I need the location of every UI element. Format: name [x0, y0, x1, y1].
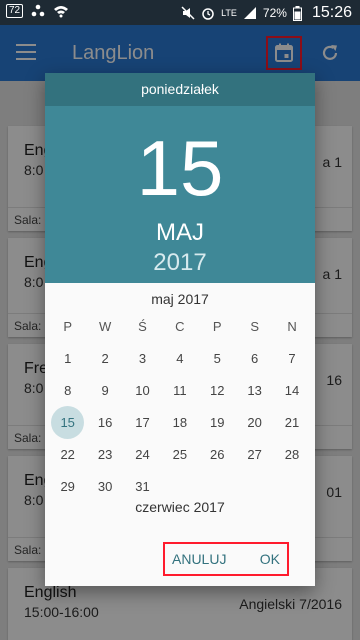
calendar-week: 22 23 24 25 26 27 28	[45, 439, 315, 471]
clock: 15:26	[311, 4, 352, 21]
calendar-day-label: 9	[101, 383, 109, 398]
calendar-day-label: 8	[64, 383, 72, 398]
calendar-day-label: 17	[135, 415, 150, 430]
calendar-day-label: 2	[101, 351, 109, 366]
calendar-day-label: 12	[210, 383, 225, 398]
calendar-day[interactable]: 7	[273, 343, 310, 375]
battery-percent: 72%	[262, 6, 287, 20]
calendar-day[interactable]: 9	[86, 375, 123, 407]
status-right: LTE 72% 15:26	[181, 4, 352, 22]
calendar-day[interactable]: 3	[124, 343, 161, 375]
weekday-header: Ś	[138, 319, 147, 334]
calendar-day-label: 24	[135, 447, 150, 462]
calendar-day[interactable]: 27	[236, 439, 273, 471]
calendar-week: 15 16 17 18 19 20 21	[45, 406, 315, 439]
calendar-day-label: 15	[60, 415, 75, 430]
calendar-day-label: 25	[172, 447, 188, 462]
calendar-day-label: 29	[60, 479, 75, 494]
calendar-day[interactable]: 24	[124, 439, 161, 471]
calendar-week: 8 9 10 11 12 13 14	[45, 375, 315, 407]
weekday-header: C	[175, 319, 185, 334]
calendar-day-label: 7	[288, 351, 296, 366]
calendar-day-label: 21	[284, 415, 300, 430]
calendar-day-label: 27	[247, 447, 262, 462]
date-picker-dialog: poniedziałek 15 MAJ 2017 maj 2017 PWŚCPS…	[45, 73, 315, 586]
weekday-header: P	[212, 319, 222, 334]
calendar-day-label: 16	[97, 415, 113, 430]
dialog-actions: ANULUJ OK	[163, 542, 289, 576]
weekday-header: S	[250, 319, 259, 334]
calendar-day[interactable]: 8	[49, 375, 86, 407]
share-icon	[31, 4, 45, 17]
calendar-day-label: 19	[210, 415, 225, 430]
calendar-day[interactable]: 1	[49, 343, 86, 375]
weekday-header: W	[98, 319, 112, 334]
calendar-day[interactable]: 28	[273, 439, 310, 471]
weekday-header: P	[63, 319, 73, 334]
calendar-day[interactable]: 21	[273, 407, 310, 439]
calendar-day-label: 28	[284, 447, 300, 462]
calendar-week: 1 2 3 4 5 6 7	[45, 343, 315, 375]
date-picker-header: 15 MAJ 2017	[45, 106, 315, 283]
calendar-day[interactable]: 12	[199, 375, 236, 407]
calendar-day[interactable]: 20	[236, 407, 273, 439]
calendar-day-label: 23	[97, 447, 113, 462]
next-month-title: czerwiec 2017	[135, 499, 225, 515]
calendar-day[interactable]: 5	[199, 343, 236, 375]
calendar-day-label: 22	[60, 447, 75, 462]
calendar-day[interactable]: 2	[86, 343, 123, 375]
calendar-day-label: 26	[210, 447, 225, 462]
calendar-day-label: 5	[213, 351, 221, 366]
selected-year[interactable]: 2017	[45, 249, 315, 277]
selected-weekday: poniedziałek	[45, 73, 315, 106]
selected-day[interactable]: 15	[45, 126, 315, 210]
calendar-day[interactable]: 25	[161, 439, 198, 471]
calendar-day[interactable]: 15	[49, 406, 86, 439]
calendar-day[interactable]: 4	[161, 343, 198, 375]
calendar-day-label: 6	[251, 351, 259, 366]
ok-button[interactable]: OK	[260, 551, 280, 567]
calendar-day-label: 11	[173, 383, 187, 398]
weekday-header-row: PWŚCPSN	[45, 311, 315, 343]
wifi-icon	[54, 6, 69, 18]
calendar-day[interactable]: 11	[161, 375, 198, 407]
battery-icon	[292, 5, 302, 21]
calendar-grid: P W Ś C P S N 1 2 3 4 5 6 7 8 9 10 11 12 13 14 15 16 17 18 19 20 21…	[45, 311, 315, 503]
calendar-view[interactable]: maj 2017 P W Ś C P S N 1 2 3 4 5 6 7 8 9 10 11 12 13 14 15 16 1…	[45, 283, 315, 533]
network-label: LTE	[221, 8, 237, 18]
calendar-day-label: 13	[247, 383, 262, 398]
calendar-day[interactable]: 26	[199, 439, 236, 471]
calendar-day-label: 20	[247, 415, 262, 430]
calendar-day[interactable]: 19	[199, 407, 236, 439]
status-bar: 72 LTE 72% 15:26	[0, 0, 360, 25]
status-left: 72	[6, 4, 69, 18]
calendar-day[interactable]: 14	[273, 375, 310, 407]
calendar-day-label: 3	[138, 351, 147, 366]
selected-month[interactable]: MAJ	[45, 219, 315, 247]
calendar-day[interactable]: 10	[124, 375, 161, 407]
month-title: maj 2017	[151, 291, 209, 307]
calendar-day[interactable]: 6	[236, 343, 273, 375]
calendar-day-label: 30	[97, 479, 113, 494]
calendar-day[interactable]: 16	[86, 407, 123, 439]
calendar-day[interactable]: 18	[161, 407, 198, 439]
alarm-icon	[202, 8, 214, 20]
calendar-day-label: 10	[135, 383, 150, 398]
notification-badge: 72	[6, 4, 24, 18]
calendar-day[interactable]: 17	[124, 407, 161, 439]
calendar-day-label: 14	[284, 383, 300, 398]
calendar-day[interactable]: 13	[236, 375, 273, 407]
mute-icon	[181, 6, 195, 20]
calendar-day-label: 18	[172, 415, 188, 430]
signal-icon	[243, 7, 256, 19]
weekday-header: N	[287, 319, 297, 334]
calendar-day-label: 1	[64, 351, 72, 366]
calendar-day[interactable]: 23	[86, 439, 123, 471]
calendar-day-label: 4	[176, 351, 184, 366]
cancel-button[interactable]: ANULUJ	[172, 551, 226, 567]
calendar-day-label: 31	[135, 479, 150, 494]
calendar-day[interactable]: 22	[49, 439, 86, 471]
